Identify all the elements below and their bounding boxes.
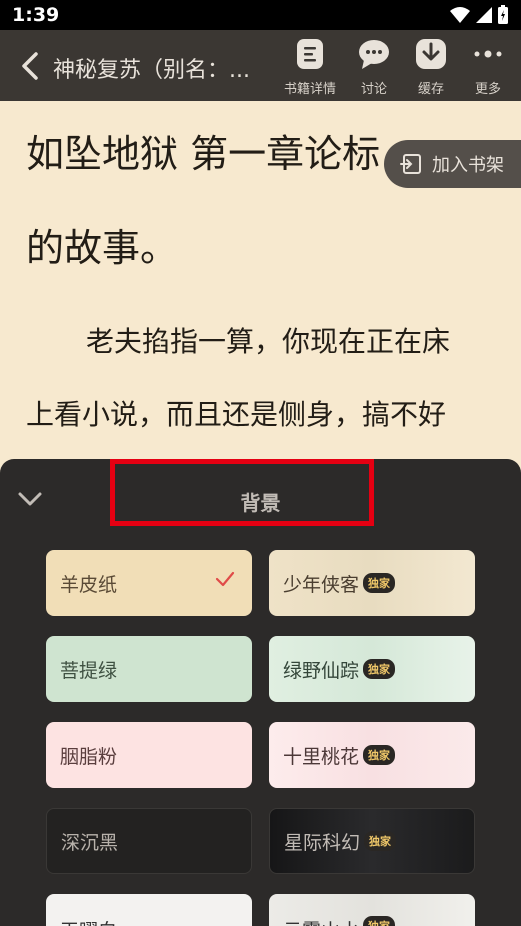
background-option-bodhi-green[interactable]: 菩提绿 bbox=[46, 636, 252, 702]
background-option-cloud-mountain[interactable]: 云雾山水 独家 bbox=[269, 894, 475, 926]
more-dots-icon bbox=[474, 50, 502, 58]
discussion-button[interactable]: 讨论 bbox=[346, 38, 402, 97]
background-option-peach-blossom[interactable]: 十里桃花 独家 bbox=[269, 722, 475, 788]
add-to-shelf-button[interactable]: 加入书架 bbox=[384, 140, 521, 188]
background-option-sci-fi[interactable]: 星际科幻 独家 bbox=[269, 808, 475, 874]
background-option-label: 少年侠客 bbox=[283, 573, 360, 596]
discussion-label: 讨论 bbox=[360, 82, 387, 97]
background-option-label: 羊皮纸 bbox=[60, 573, 118, 596]
background-option-parchment[interactable]: 羊皮纸 bbox=[46, 550, 252, 616]
background-option-label: 天曜白 bbox=[60, 916, 117, 926]
book-details-button[interactable]: 书籍详情 bbox=[282, 38, 338, 97]
chapter-title-line-1: 如坠地狱 第一章论标 bbox=[26, 132, 381, 176]
background-option-label: 绿野仙踪 bbox=[283, 659, 360, 682]
cache-label: 缓存 bbox=[417, 82, 444, 97]
background-option-green-wild[interactable]: 绿野仙踪 独家 bbox=[269, 636, 475, 702]
cache-button[interactable]: 缓存 bbox=[403, 38, 459, 97]
background-option-young-hero[interactable]: 少年侠客 独家 bbox=[269, 550, 475, 616]
background-option-rouge-pink[interactable]: 胭脂粉 bbox=[46, 722, 252, 788]
exclusive-badge: 独家 bbox=[363, 916, 396, 926]
background-option-label: 星际科幻 bbox=[284, 831, 361, 854]
chat-bubble-icon bbox=[359, 40, 389, 69]
wifi-icon bbox=[450, 7, 470, 23]
background-option-label: 云雾山水 bbox=[283, 916, 359, 926]
more-label: 更多 bbox=[474, 82, 501, 97]
chapter-title-line-2: 的故事。 bbox=[26, 226, 179, 270]
highlight-box bbox=[110, 459, 374, 526]
download-icon bbox=[416, 39, 446, 69]
exclusive-badge: 独家 bbox=[363, 573, 396, 593]
reader-toolbar: 神秘复苏（别名：... 书籍详情 讨论 缓存 更多 bbox=[0, 30, 521, 101]
body-text-line-1: 老夫掐指一算，你现在正在床 bbox=[86, 325, 451, 358]
status-time: 1:39 bbox=[12, 4, 60, 26]
book-details-label: 书籍详情 bbox=[283, 82, 336, 97]
status-icons bbox=[449, 5, 509, 25]
body-text-line-2: 上看小说，而且还是侧身，搞不好 bbox=[26, 398, 447, 431]
background-option-label: 菩提绿 bbox=[60, 659, 118, 682]
checkmark-icon bbox=[215, 571, 235, 587]
back-arrow-icon[interactable] bbox=[16, 50, 46, 82]
background-option-deep-black[interactable]: 深沉黑 bbox=[46, 808, 252, 874]
status-bar: 1:39 bbox=[0, 0, 521, 30]
exclusive-badge: 独家 bbox=[363, 659, 396, 679]
cell-signal-icon bbox=[476, 7, 492, 23]
background-option-sky-white[interactable]: 天曜白 bbox=[46, 894, 252, 926]
background-option-label: 胭脂粉 bbox=[60, 745, 118, 768]
exclusive-badge: 独家 bbox=[364, 831, 397, 851]
background-settings-panel: 背景 羊皮纸 少年侠客 独家 菩提绿 绿野仙踪 独家 胭脂粉 十里桃花 独家 深… bbox=[0, 459, 521, 926]
background-option-label: 深沉黑 bbox=[61, 831, 119, 854]
background-option-label: 十里桃花 bbox=[283, 745, 360, 768]
book-title[interactable]: 神秘复苏（别名：... bbox=[53, 52, 250, 84]
exclusive-badge: 独家 bbox=[363, 745, 396, 765]
more-button[interactable]: 更多 bbox=[460, 38, 516, 97]
add-to-shelf-icon bbox=[400, 154, 421, 174]
battery-icon bbox=[498, 5, 508, 24]
add-to-shelf-label: 加入书架 bbox=[432, 155, 504, 176]
book-details-icon bbox=[297, 39, 323, 69]
